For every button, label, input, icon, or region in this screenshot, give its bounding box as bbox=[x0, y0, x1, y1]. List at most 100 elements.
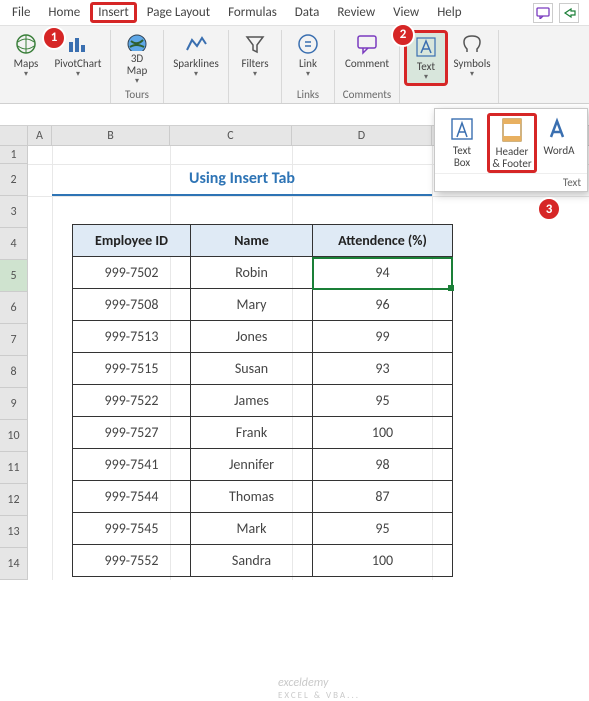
ribbon-group-tours: 3D Map ▾ Tours bbox=[111, 30, 164, 103]
table-row: 999-7515Susan93 bbox=[73, 353, 453, 385]
menu-formulas[interactable]: Formulas bbox=[220, 2, 285, 23]
row-header-13[interactable]: 13 bbox=[0, 516, 28, 548]
worksheet-grid[interactable]: 1 2 3 4 5 6 7 8 9 10 11 12 13 14 Using I… bbox=[0, 146, 589, 580]
table-cell[interactable]: 94 bbox=[313, 257, 453, 289]
ribbon-group-filters: Filters ▾ bbox=[229, 30, 282, 103]
col-header-b[interactable]: B bbox=[52, 126, 170, 145]
comments-toggle-icon[interactable] bbox=[533, 3, 553, 23]
comment-button[interactable]: Comment bbox=[339, 30, 395, 86]
table-cell[interactable]: 87 bbox=[313, 481, 453, 513]
menu-file[interactable]: File bbox=[4, 2, 38, 23]
menu-home[interactable]: Home bbox=[40, 2, 88, 23]
table-cell[interactable]: Mark bbox=[191, 513, 313, 545]
menu-data[interactable]: Data bbox=[287, 2, 328, 23]
row-header-2[interactable]: 2 bbox=[0, 164, 28, 196]
annotation-3: 3 bbox=[537, 197, 561, 221]
table-cell[interactable]: 999-7508 bbox=[73, 289, 191, 321]
group-label-links: Links bbox=[297, 88, 319, 103]
col-header-a[interactable]: A bbox=[28, 126, 52, 145]
table-row: 999-7545Mark95 bbox=[73, 513, 453, 545]
table-cell[interactable]: 100 bbox=[313, 545, 453, 577]
table-row: 999-7502Robin94 bbox=[73, 257, 453, 289]
row-header-14[interactable]: 14 bbox=[0, 548, 28, 580]
table-cell[interactable]: 93 bbox=[313, 353, 453, 385]
pivotchart-button[interactable]: 1 PivotChart ▾ bbox=[50, 30, 106, 86]
table-cell[interactable]: Thomas bbox=[191, 481, 313, 513]
menu-view[interactable]: View bbox=[385, 2, 427, 23]
watermark: exceldemy EXCEL & VBA... bbox=[278, 676, 360, 701]
table-cell[interactable]: Jones bbox=[191, 321, 313, 353]
filters-button[interactable]: Filters ▾ bbox=[233, 30, 277, 86]
table-row: 999-7508Mary96 bbox=[73, 289, 453, 321]
table-row: 999-7522James95 bbox=[73, 385, 453, 417]
table-cell[interactable]: 999-7552 bbox=[73, 545, 191, 577]
table-cell[interactable]: 999-7502 bbox=[73, 257, 191, 289]
data-table: Employee ID Name Attendence (%) 999-7502… bbox=[72, 224, 453, 577]
ribbon: Maps ▾ 1 PivotChart ▾ 3D Map ▾ Tours bbox=[0, 26, 589, 104]
table-row: 999-7541Jennifer98 bbox=[73, 449, 453, 481]
text-box-label: Text Box bbox=[453, 145, 471, 169]
menu-review[interactable]: Review bbox=[329, 2, 383, 23]
header-footer-item[interactable]: Header & Footer bbox=[487, 113, 537, 173]
table-cell[interactable]: Frank bbox=[191, 417, 313, 449]
sparklines-button[interactable]: Sparklines ▾ bbox=[168, 30, 224, 86]
table-row: 999-7527Frank100 bbox=[73, 417, 453, 449]
table-cell[interactable]: 99 bbox=[313, 321, 453, 353]
wordart-label: WordA bbox=[544, 145, 575, 157]
table-cell[interactable]: Robin bbox=[191, 257, 313, 289]
th-name[interactable]: Name bbox=[191, 225, 313, 257]
table-cell[interactable]: 95 bbox=[313, 385, 453, 417]
comment-label: Comment bbox=[345, 58, 389, 70]
row-header-9[interactable]: 9 bbox=[0, 388, 28, 420]
3d-map-button[interactable]: 3D Map ▾ bbox=[115, 30, 159, 86]
text-button[interactable]: 2 Text ▾ bbox=[404, 30, 448, 86]
table-cell[interactable]: James bbox=[191, 385, 313, 417]
table-cell[interactable]: 999-7515 bbox=[73, 353, 191, 385]
ribbon-group-links: Link ▾ Links bbox=[282, 30, 335, 103]
3d-map-label: 3D Map bbox=[127, 53, 147, 77]
table-cell[interactable]: 999-7527 bbox=[73, 417, 191, 449]
table-cell[interactable]: 999-7541 bbox=[73, 449, 191, 481]
table-cell[interactable]: 100 bbox=[313, 417, 453, 449]
th-employee-id[interactable]: Employee ID bbox=[73, 225, 191, 257]
menu-page-layout[interactable]: Page Layout bbox=[139, 2, 218, 23]
table-cell[interactable]: 999-7545 bbox=[73, 513, 191, 545]
text-box-item[interactable]: Text Box bbox=[437, 113, 487, 173]
table-cell[interactable]: 95 bbox=[313, 513, 453, 545]
row-header-11[interactable]: 11 bbox=[0, 452, 28, 484]
group-label-comments: Comments bbox=[343, 88, 391, 103]
link-button[interactable]: Link ▾ bbox=[286, 30, 330, 86]
group-label-tours: Tours bbox=[125, 88, 149, 103]
row-header-10[interactable]: 10 bbox=[0, 420, 28, 452]
table-body: 999-7502Robin94999-7508Mary96999-7513Jon… bbox=[73, 257, 453, 577]
wordart-item[interactable]: WordA bbox=[537, 113, 581, 173]
th-attendance[interactable]: Attendence (%) bbox=[313, 225, 453, 257]
annotation-2: 2 bbox=[391, 23, 415, 47]
row-header-3[interactable]: 3 bbox=[0, 196, 28, 228]
share-icon[interactable] bbox=[559, 3, 579, 23]
col-header-c[interactable]: C bbox=[170, 126, 292, 145]
row-header-4[interactable]: 4 bbox=[0, 228, 28, 260]
symbols-button[interactable]: Symbols ▾ bbox=[450, 30, 494, 86]
table-cell[interactable]: 999-7522 bbox=[73, 385, 191, 417]
table-cell[interactable]: 96 bbox=[313, 289, 453, 321]
row-header-12[interactable]: 12 bbox=[0, 484, 28, 516]
table-cell[interactable]: 999-7513 bbox=[73, 321, 191, 353]
row-header-7[interactable]: 7 bbox=[0, 324, 28, 356]
table-cell[interactable]: Jennifer bbox=[191, 449, 313, 481]
menu-insert[interactable]: Insert bbox=[90, 2, 137, 23]
row-header-5[interactable]: 5 bbox=[0, 260, 28, 292]
row-header-1[interactable]: 1 bbox=[0, 146, 28, 164]
table-row: 999-7544Thomas87 bbox=[73, 481, 453, 513]
select-all-corner[interactable] bbox=[0, 126, 28, 145]
col-header-d[interactable]: D bbox=[292, 126, 432, 145]
table-cell[interactable]: Sandra bbox=[191, 545, 313, 577]
table-cell[interactable]: 999-7544 bbox=[73, 481, 191, 513]
table-cell[interactable]: Mary bbox=[191, 289, 313, 321]
table-cell[interactable]: 98 bbox=[313, 449, 453, 481]
row-header-8[interactable]: 8 bbox=[0, 356, 28, 388]
ribbon-group-charts: Maps ▾ 1 PivotChart ▾ bbox=[0, 30, 111, 103]
menu-help[interactable]: Help bbox=[429, 2, 469, 23]
row-header-6[interactable]: 6 bbox=[0, 292, 28, 324]
table-cell[interactable]: Susan bbox=[191, 353, 313, 385]
